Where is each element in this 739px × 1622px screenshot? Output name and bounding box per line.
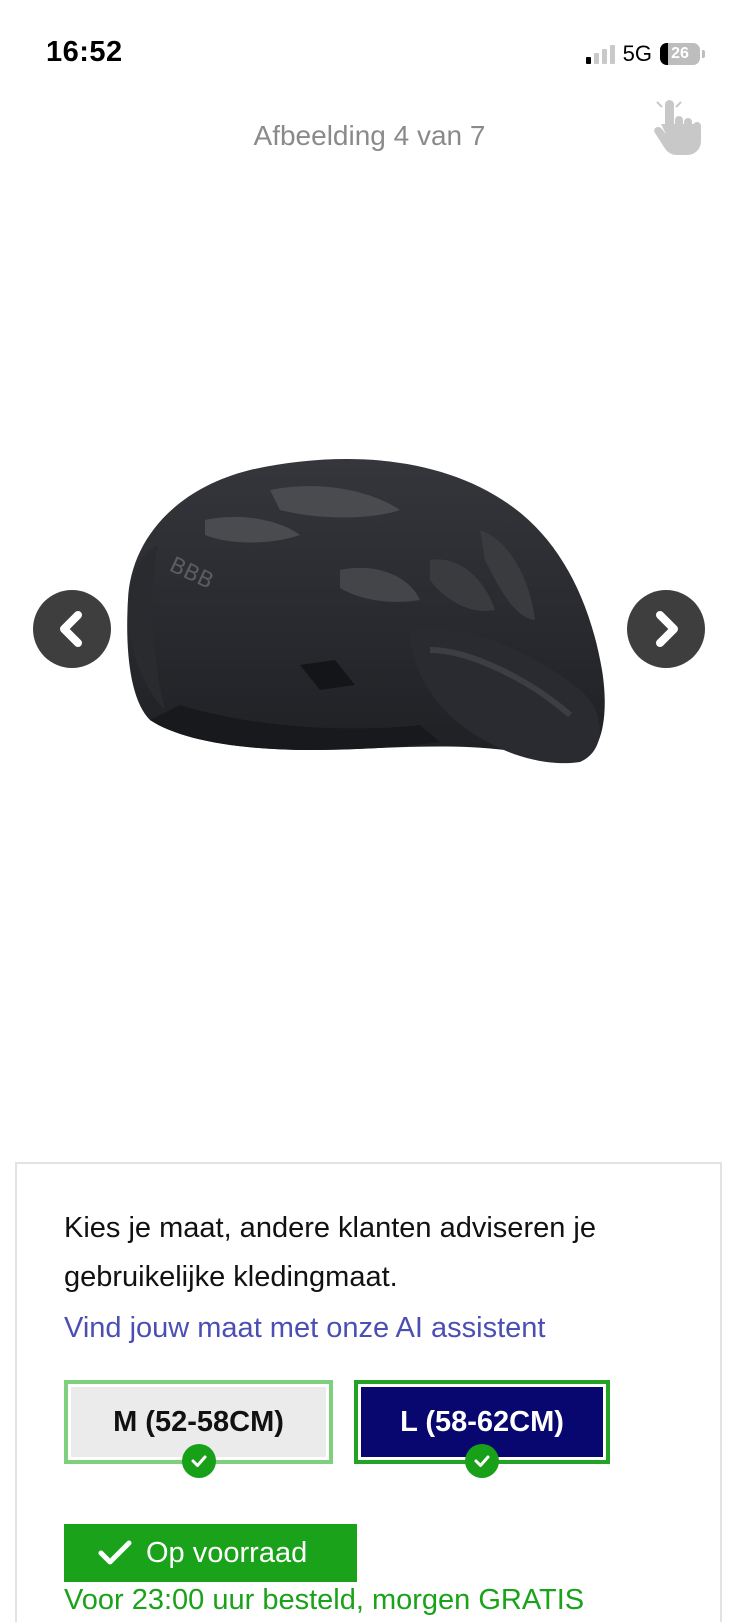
battery-level: 26 [671,45,689,62]
ai-size-assistant-link[interactable]: Vind jouw maat met onze AI assistent [64,1312,545,1345]
swipe-hand-icon [654,100,701,155]
size-selection-panel: Kies je maat, andere klanten adviseren j… [15,1162,722,1622]
size-option-label: L (58-62CM) [400,1405,564,1438]
cellular-signal-icon [585,44,615,64]
status-bar: 16:52 5G 26 [0,0,739,100]
chevron-left-icon [60,611,82,647]
available-check-icon [465,1444,499,1478]
next-image-button[interactable] [627,590,705,668]
product-image-helmet: BBB [127,459,605,764]
size-option-l[interactable]: L (58-62CM) [354,1380,610,1478]
size-option-m[interactable]: M (52-58CM) [64,1380,333,1478]
chevron-right-icon [656,611,678,647]
stock-status-label: Op voorraad [146,1536,308,1569]
previous-image-button[interactable] [33,590,111,668]
available-check-icon [181,1444,216,1478]
delivery-promise: Voor 23:00 uur besteld, morgen GRATIS [64,1584,585,1616]
network-type: 5G [622,41,652,66]
status-indicators: 5G 26 [585,40,705,68]
gallery-position: Afbeelding 4 van 7 [253,120,486,151]
checkmark-icon [98,1540,132,1565]
size-option-label: M (52-58CM) [113,1405,284,1438]
battery-icon: 26 [660,43,700,65]
size-intro-text: Kies je maat, andere klanten adviseren j… [64,1212,596,1293]
stock-status-badge: Op voorraad [64,1524,357,1582]
status-time: 16:52 [46,36,123,68]
